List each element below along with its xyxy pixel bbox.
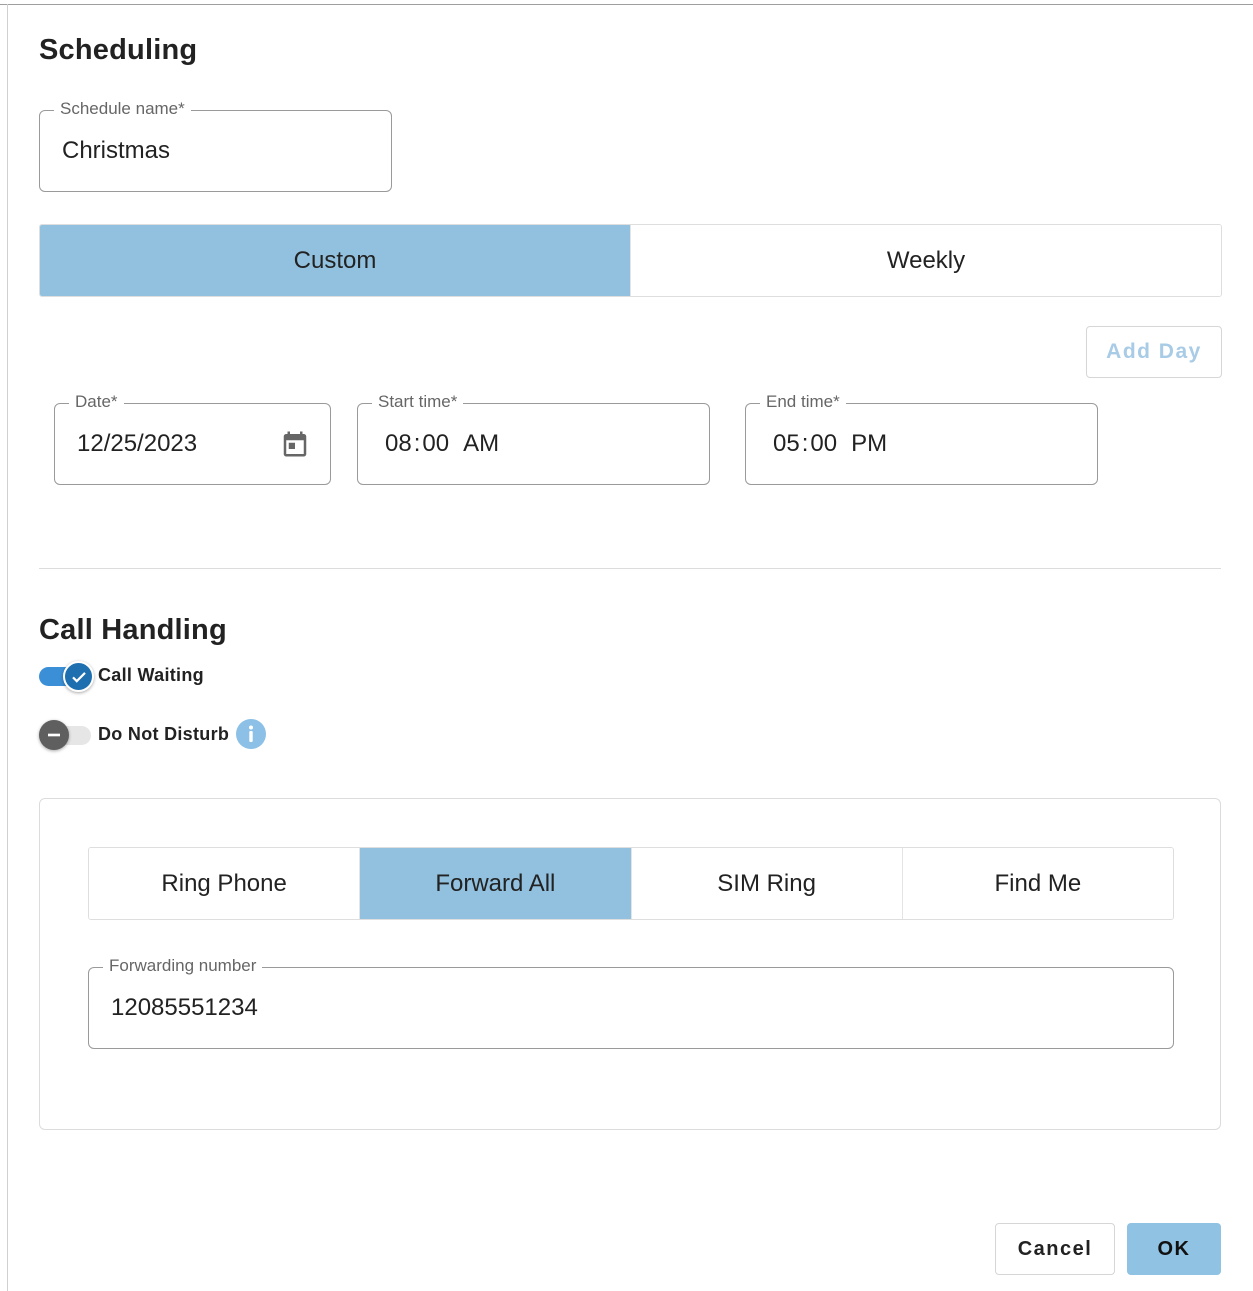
tab-sim-ring[interactable]: SIM Ring [630,848,902,919]
section-divider [39,568,1221,569]
date-input[interactable]: 12/25/2023 [77,404,197,484]
tab-ring-phone[interactable]: Ring Phone [89,848,360,919]
call-routing-toggle: Ring Phone Forward All SIM Ring Find Me [88,847,1174,920]
end-time-minute[interactable]: 00 [810,430,837,458]
call-waiting-switch[interactable] [39,661,94,692]
call-routing-card: Ring Phone Forward All SIM Ring Find Me … [39,798,1221,1130]
end-time-field[interactable]: End time* 05 : 00 PM [745,391,1098,485]
add-day-button[interactable]: Add Day [1086,326,1222,378]
end-time-input[interactable]: 05 : 00 PM [773,404,887,484]
info-icon[interactable] [236,719,266,749]
forwarding-number-field[interactable]: Forwarding number 12085551234 [88,955,1174,1049]
end-time-separator: : [801,430,809,457]
start-time-field[interactable]: Start time* 08 : 00 AM [357,391,710,485]
checkmark-icon [63,661,94,692]
schedule-name-input[interactable]: Christmas [62,111,170,191]
tab-find-me[interactable]: Find Me [901,848,1173,919]
schedule-mode-toggle: Custom Weekly [39,224,1222,297]
tab-forward-all[interactable]: Forward All [359,848,631,919]
minus-icon [39,720,69,750]
dialog-left-border [7,4,8,1291]
schedule-name-field[interactable]: Schedule name* Christmas [39,98,392,192]
ok-button[interactable]: OK [1127,1223,1221,1275]
do-not-disturb-switch[interactable] [39,720,93,750]
scheduling-title: Scheduling [39,34,198,66]
call-handling-title: Call Handling [39,614,227,646]
end-time-ampm[interactable]: PM [851,430,887,458]
start-time-hour[interactable]: 08 [385,430,412,458]
start-time-minute[interactable]: 00 [422,430,449,458]
forwarding-number-input[interactable]: 12085551234 [111,968,258,1048]
calendar-icon[interactable] [280,429,310,459]
date-field[interactable]: Date* 12/25/2023 [54,391,331,485]
start-time-ampm[interactable]: AM [463,430,499,458]
start-time-separator: : [413,430,421,457]
cancel-button[interactable]: Cancel [995,1223,1115,1275]
dialog-top-border [0,4,1253,5]
call-waiting-label: Call Waiting [98,665,204,685]
tab-weekly[interactable]: Weekly [630,225,1221,296]
tab-custom[interactable]: Custom [40,225,630,296]
do-not-disturb-label: Do Not Disturb [98,724,230,744]
start-time-input[interactable]: 08 : 00 AM [385,404,499,484]
end-time-hour[interactable]: 05 [773,430,800,458]
